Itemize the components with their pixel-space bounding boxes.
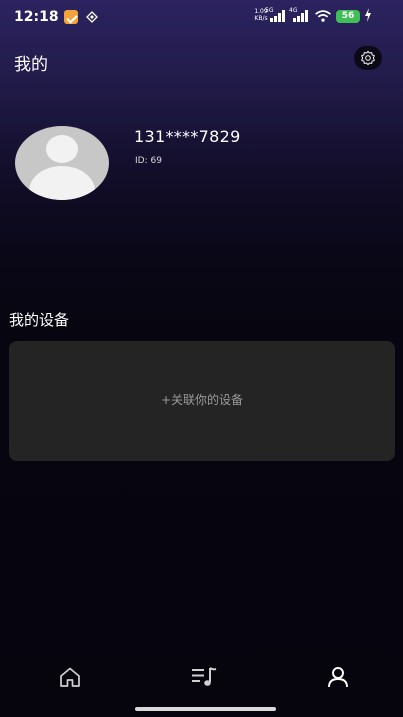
avatar[interactable] <box>15 126 109 200</box>
signal-icon-2 <box>293 10 308 22</box>
add-device-label: +关联你的设备 <box>160 392 244 407</box>
nav-home[interactable] <box>52 662 88 692</box>
nav-profile[interactable] <box>320 662 356 692</box>
avatar-body <box>29 166 95 200</box>
wifi-icon <box>315 10 331 22</box>
my-devices-title: 我的设备 <box>9 311 70 329</box>
music-list-icon <box>192 667 217 686</box>
home-indicator[interactable] <box>135 707 276 711</box>
home-icon <box>60 667 80 687</box>
charging-icon <box>365 8 371 22</box>
avatar-head <box>46 135 78 163</box>
notification-app-icon-2 <box>86 11 98 23</box>
signal-icon <box>270 10 285 22</box>
nav-music[interactable] <box>186 662 222 692</box>
add-device-card[interactable]: +关联你的设备 <box>9 341 395 461</box>
battery-icon: 56 <box>336 10 360 23</box>
bottom-nav <box>0 650 403 710</box>
profile-screen: 12:18 1.09 KB/s 5G 4G 56 我的 131****7829 … <box>0 0 403 717</box>
settings-button[interactable] <box>354 46 382 70</box>
notification-app-icon <box>64 10 78 24</box>
page-title: 我的 <box>14 55 48 75</box>
user-id: ID: 69 <box>135 156 162 166</box>
gear-icon <box>361 50 375 66</box>
user-icon <box>328 667 348 688</box>
phone-number: 131****7829 <box>134 127 241 146</box>
status-bar: 12:18 1.09 KB/s 5G 4G 56 <box>0 0 403 34</box>
status-time: 12:18 <box>14 9 59 25</box>
